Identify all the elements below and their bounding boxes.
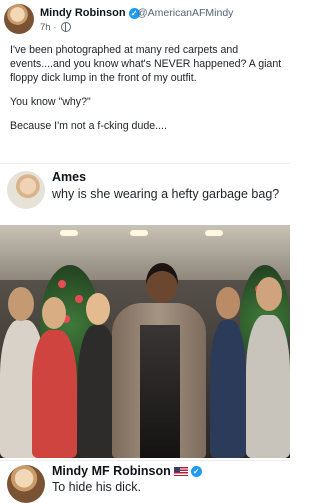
avatar[interactable] (7, 171, 45, 209)
crowd-head (256, 277, 282, 311)
crowd-person (210, 320, 246, 458)
avatar[interactable] (4, 4, 34, 34)
ceiling-light (130, 230, 148, 236)
display-name[interactable]: Mindy Robinson ✓ (40, 7, 140, 19)
divider (0, 163, 290, 164)
tweet-photo[interactable] (0, 225, 290, 458)
tweet-text: I've been photographed at many red carpe… (10, 43, 288, 143)
display-name-text[interactable]: Mindy Robinson (40, 7, 126, 19)
tweet-paragraph: I've been photographed at many red carpe… (10, 44, 282, 84)
crowd-person (246, 315, 290, 458)
crowd-person (32, 330, 77, 458)
tweet-time[interactable]: 7h (40, 22, 51, 33)
user-handle[interactable]: @AmericanAFMindy (137, 7, 233, 19)
central-figure-head (146, 263, 178, 303)
top-tweet[interactable]: Mindy Robinson ✓ @AmericanAFMindy 7h · I'… (0, 0, 290, 162)
crowd-head (42, 297, 66, 329)
display-name[interactable]: Ames (52, 170, 86, 184)
reply-text: To hide his dick. (52, 480, 141, 494)
divider (0, 460, 290, 461)
flower (75, 295, 83, 303)
display-name[interactable]: Mindy MF Robinson ✓ (52, 464, 202, 478)
ceiling-light (205, 230, 223, 236)
crowd-head (216, 287, 240, 319)
reply-text: why is she wearing a hefty garbage bag? (52, 187, 280, 201)
tweet-paragraph: You know "why?" (10, 96, 91, 108)
display-name-text[interactable]: Mindy MF Robinson (52, 464, 171, 478)
crowd-head (86, 293, 110, 325)
flower (58, 280, 66, 288)
crowd-head (8, 287, 34, 321)
tweet-paragraph: Because I'm not a f-cking dude.... (10, 120, 167, 132)
central-figure-dress (140, 325, 180, 458)
meta-separator: · (53, 22, 57, 33)
ceiling-light (60, 230, 78, 236)
tweet-meta: 7h · (40, 22, 72, 33)
globe-icon (61, 22, 72, 33)
verified-badge-icon: ✓ (190, 466, 202, 478)
avatar[interactable] (7, 465, 45, 503)
us-flag-icon (173, 467, 188, 477)
